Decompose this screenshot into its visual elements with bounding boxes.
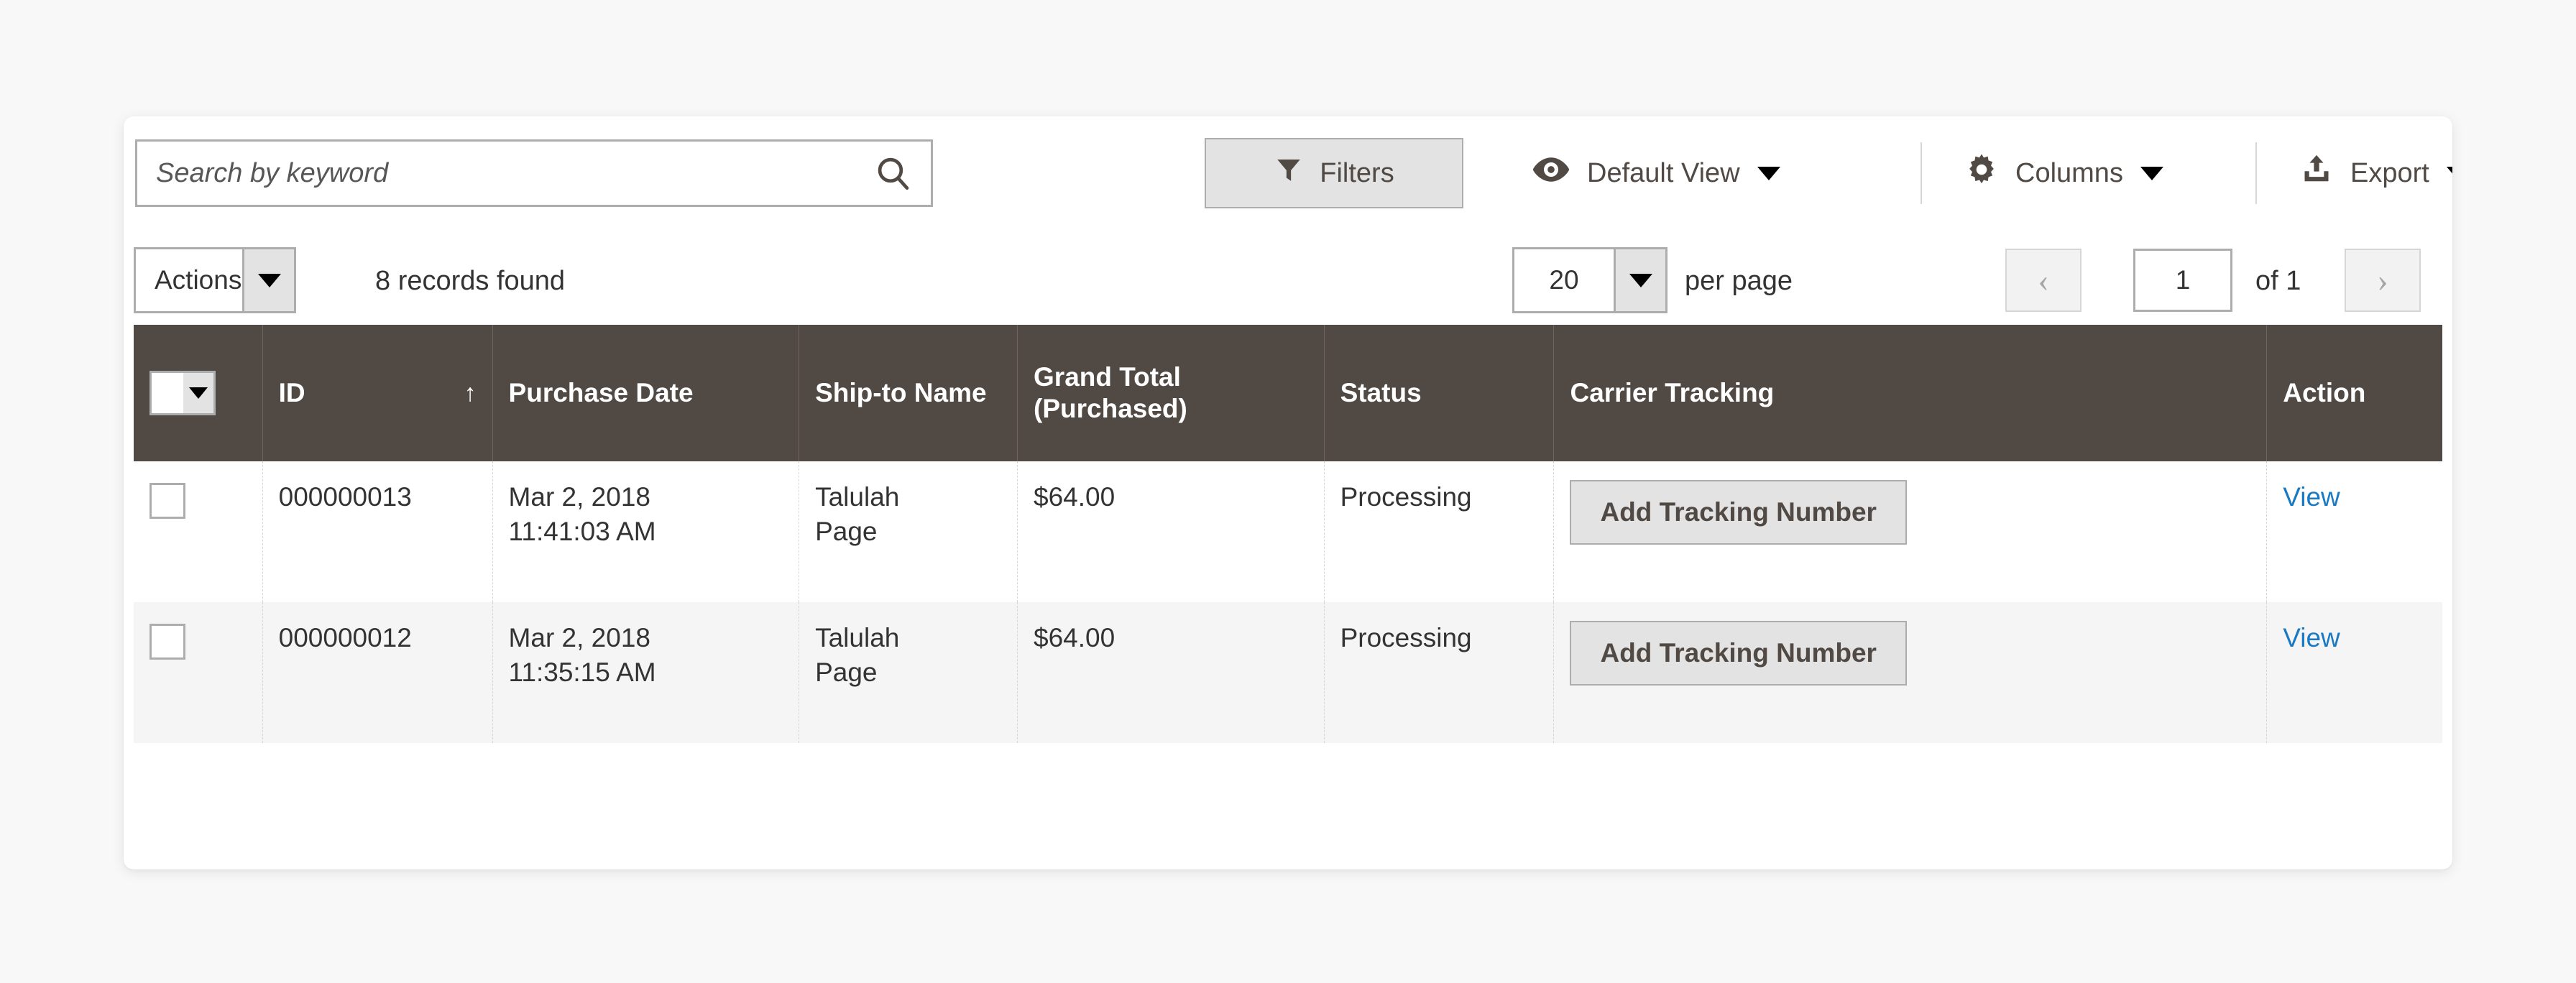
- order-grid-panel: Filters Default View Columns: [124, 116, 2452, 869]
- row-grand-total: $64.00: [1017, 461, 1325, 602]
- row-purchase-date-time: 11:41:03 AM: [508, 517, 656, 547]
- row-purchase-date: Mar 2, 2018 11:41:03 AM: [492, 461, 800, 602]
- search-icon[interactable]: [856, 142, 931, 205]
- columns-button[interactable]: Columns: [1965, 138, 2163, 208]
- add-tracking-number-button[interactable]: Add Tracking Number: [1570, 621, 1907, 686]
- chevron-left-icon: ‹: [2038, 262, 2049, 298]
- select-all-dropdown[interactable]: [150, 371, 216, 415]
- search-box[interactable]: [135, 139, 933, 207]
- chevron-down-icon: [1757, 166, 1780, 180]
- chevron-down-icon: [2446, 166, 2452, 180]
- select-all-checkbox[interactable]: [152, 373, 183, 413]
- add-tracking-number-button[interactable]: Add Tracking Number: [1570, 480, 1907, 545]
- column-header-id[interactable]: ID ↑: [262, 325, 493, 461]
- table-row: 000000012 Mar 2, 2018 11:35:15 AM Talula…: [134, 602, 2442, 743]
- row-purchase-date: Mar 2, 2018 11:35:15 AM: [492, 602, 800, 743]
- row-purchase-date-day: Mar 2, 2018: [508, 623, 650, 652]
- grid-toolbar: Filters Default View Columns: [124, 116, 2452, 234]
- next-page-button[interactable]: ›: [2345, 249, 2421, 312]
- row-select-cell: [134, 602, 263, 743]
- row-ship-to-first: Talulah: [815, 482, 900, 512]
- row-ship-to-first: Talulah: [815, 623, 900, 652]
- per-page-label: per page: [1685, 266, 1793, 296]
- orders-table: ID ↑ Purchase Date Ship-to Name Grand To…: [134, 325, 2442, 743]
- total-pages-label: of 1: [2255, 266, 2301, 296]
- filters-label: Filters: [1320, 157, 1394, 188]
- row-purchase-date-day: Mar 2, 2018: [508, 482, 650, 512]
- table-header: ID ↑ Purchase Date Ship-to Name Grand To…: [134, 325, 2442, 461]
- grid-subtoolbar: Actions 8 records found 20 per page ‹ of…: [124, 234, 2452, 325]
- row-action: View: [2266, 602, 2442, 743]
- previous-page-button[interactable]: ‹: [2005, 249, 2082, 312]
- row-select-cell: [134, 461, 263, 602]
- chevron-down-icon: [242, 249, 294, 311]
- column-header-grand-total[interactable]: Grand Total (Purchased): [1017, 325, 1325, 461]
- filters-button[interactable]: Filters: [1205, 138, 1463, 208]
- view-order-link[interactable]: View: [2283, 482, 2340, 512]
- eye-icon: [1532, 156, 1570, 190]
- column-header-action: Action: [2266, 325, 2442, 461]
- table-row: 000000013 Mar 2, 2018 11:41:03 AM Talula…: [134, 461, 2442, 602]
- export-button[interactable]: Export: [2300, 138, 2452, 208]
- chevron-right-icon: ›: [2377, 262, 2388, 298]
- actions-dropdown[interactable]: Actions: [134, 247, 296, 313]
- column-header-carrier-tracking[interactable]: Carrier Tracking: [1553, 325, 2268, 461]
- sort-ascending-icon: ↑: [464, 379, 477, 407]
- chevron-down-icon[interactable]: [183, 373, 213, 413]
- toolbar-divider: [2255, 142, 2257, 204]
- row-ship-to-last: Page: [815, 517, 878, 547]
- table-body: 000000013 Mar 2, 2018 11:41:03 AM Talula…: [134, 461, 2442, 743]
- view-order-link[interactable]: View: [2283, 623, 2340, 652]
- row-status: Processing: [1324, 602, 1555, 743]
- table-header-row: ID ↑ Purchase Date Ship-to Name Grand To…: [134, 325, 2442, 461]
- column-header-purchase-date[interactable]: Purchase Date: [492, 325, 800, 461]
- filter-funnel-icon: [1274, 154, 1304, 192]
- row-grand-total: $64.00: [1017, 602, 1325, 743]
- row-carrier-tracking: Add Tracking Number: [1553, 461, 2268, 602]
- actions-label: Actions: [155, 265, 242, 295]
- row-ship-to-last: Page: [815, 657, 878, 688]
- column-header-id-label: ID: [278, 378, 305, 408]
- search-input[interactable]: [137, 142, 856, 205]
- default-view-button[interactable]: Default View: [1532, 138, 1780, 208]
- row-id: 000000012: [262, 602, 493, 743]
- row-checkbox[interactable]: [150, 624, 185, 660]
- row-purchase-date-time: 11:35:15 AM: [508, 657, 656, 688]
- row-carrier-tracking: Add Tracking Number: [1553, 602, 2268, 743]
- row-checkbox[interactable]: [150, 483, 185, 519]
- row-ship-to-name: Talulah Page: [799, 602, 1018, 743]
- records-found-label: 8 records found: [375, 266, 566, 296]
- row-status: Processing: [1324, 461, 1555, 602]
- gear-icon: [1965, 153, 1998, 193]
- column-header-select-all[interactable]: [134, 325, 263, 461]
- upload-export-icon: [2300, 153, 2333, 193]
- row-id: 000000013: [262, 461, 493, 602]
- per-page-dropdown[interactable]: 20: [1512, 247, 1668, 313]
- per-page-value: 20: [1549, 265, 1579, 295]
- row-action: View: [2266, 461, 2442, 602]
- row-ship-to-name: Talulah Page: [799, 461, 1018, 602]
- toolbar-divider: [1920, 142, 1922, 204]
- columns-label: Columns: [2015, 157, 2123, 188]
- export-label: Export: [2350, 157, 2429, 188]
- page-number-input[interactable]: [2133, 249, 2232, 312]
- column-header-status[interactable]: Status: [1324, 325, 1555, 461]
- chevron-down-icon: [1614, 249, 1665, 311]
- default-view-label: Default View: [1587, 157, 1740, 188]
- chevron-down-icon: [2140, 166, 2163, 180]
- column-header-ship-to-name[interactable]: Ship-to Name: [799, 325, 1018, 461]
